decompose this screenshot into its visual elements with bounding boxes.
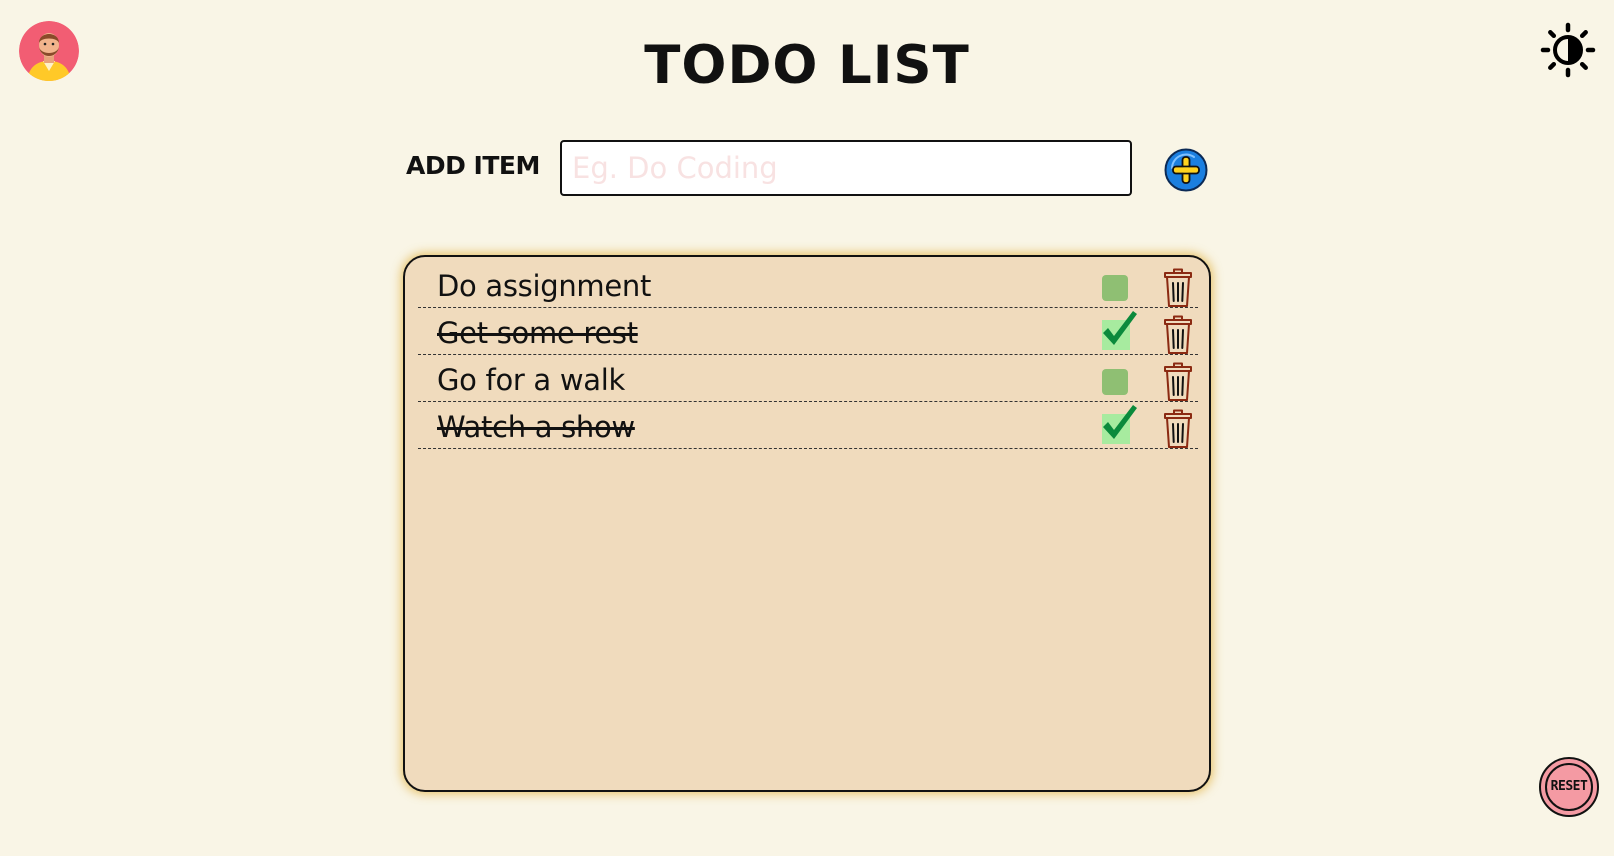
page-title: TODO LIST xyxy=(644,35,970,96)
todo-item-text: Watch a show xyxy=(437,410,635,444)
add-item-input[interactable] xyxy=(560,140,1132,196)
todo-item: Watch a show xyxy=(418,402,1198,449)
add-item-button[interactable] xyxy=(1164,148,1208,192)
trash-icon xyxy=(1164,268,1192,307)
todo-item-text: Do assignment xyxy=(437,269,652,303)
todo-item-text: Go for a walk xyxy=(437,363,625,397)
plus-circle-icon xyxy=(1164,148,1208,192)
reset-label: RESET xyxy=(1550,779,1588,794)
trash-icon xyxy=(1164,315,1192,354)
delete-button[interactable] xyxy=(1163,268,1193,308)
todo-list: Do assignment Get some rest Go for a wal… xyxy=(418,261,1198,449)
todo-item: Go for a walk xyxy=(418,355,1198,402)
reset-button[interactable]: RESET xyxy=(1539,757,1599,817)
checkbox-icon[interactable] xyxy=(1102,311,1137,350)
todo-item: Get some rest xyxy=(418,308,1198,355)
todo-item-text: Get some rest xyxy=(437,316,638,350)
checkbox-icon[interactable] xyxy=(1102,369,1128,395)
checkmark-icon xyxy=(1103,311,1137,345)
delete-button[interactable] xyxy=(1163,409,1193,449)
checkbox-icon[interactable] xyxy=(1102,405,1137,444)
trash-icon xyxy=(1164,362,1192,401)
todo-list-panel: Do assignment Get some rest Go for a wal… xyxy=(403,255,1211,792)
checkbox-icon[interactable] xyxy=(1102,275,1128,301)
delete-button[interactable] xyxy=(1163,315,1193,355)
checkmark-icon xyxy=(1103,405,1137,439)
trash-icon xyxy=(1164,409,1192,448)
todo-item: Do assignment xyxy=(418,261,1198,308)
theme-toggle-button[interactable] xyxy=(1540,22,1596,78)
contrast-sun-icon xyxy=(1540,22,1596,78)
add-item-label: ADD ITEM xyxy=(406,151,540,180)
delete-button[interactable] xyxy=(1163,362,1193,402)
